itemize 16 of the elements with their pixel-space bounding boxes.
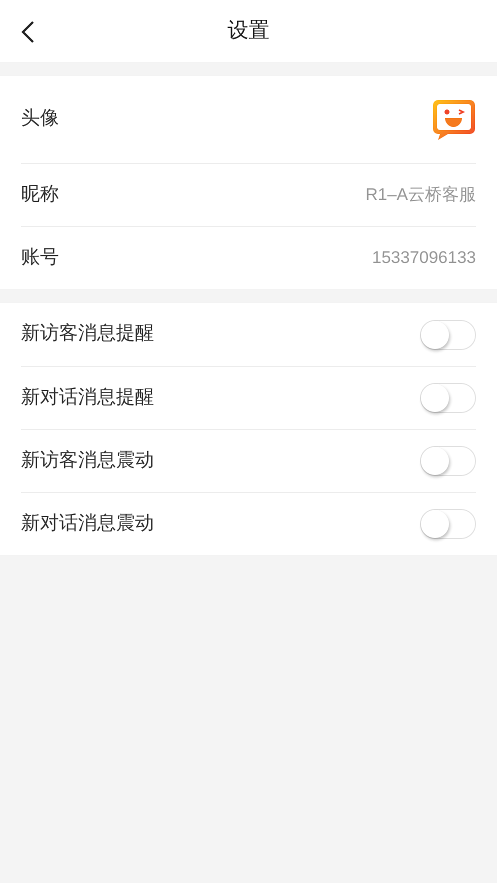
setting-label: 头像 [21,107,59,132]
toggle-switch[interactable] [420,383,476,413]
toggle-switch[interactable] [420,509,476,539]
smiley-chat-icon [432,98,476,140]
setting-label: 昵称 [21,182,59,207]
toggle-switch[interactable] [420,320,476,350]
setting-value: 15337096133 [372,247,476,270]
setting-label: 新访客消息震动 [21,448,154,473]
setting-label: 账号 [21,246,59,270]
setting-label: 新对话消息震动 [21,512,154,536]
page-title: 设置 [228,18,270,44]
setting-label: 新访客消息提醒 [21,322,154,346]
back-icon [21,20,35,44]
toggle-switch[interactable] [420,446,476,476]
setting-value: R1–A云桥客服 [365,184,476,206]
setting-label: 新对话消息提醒 [21,386,154,410]
